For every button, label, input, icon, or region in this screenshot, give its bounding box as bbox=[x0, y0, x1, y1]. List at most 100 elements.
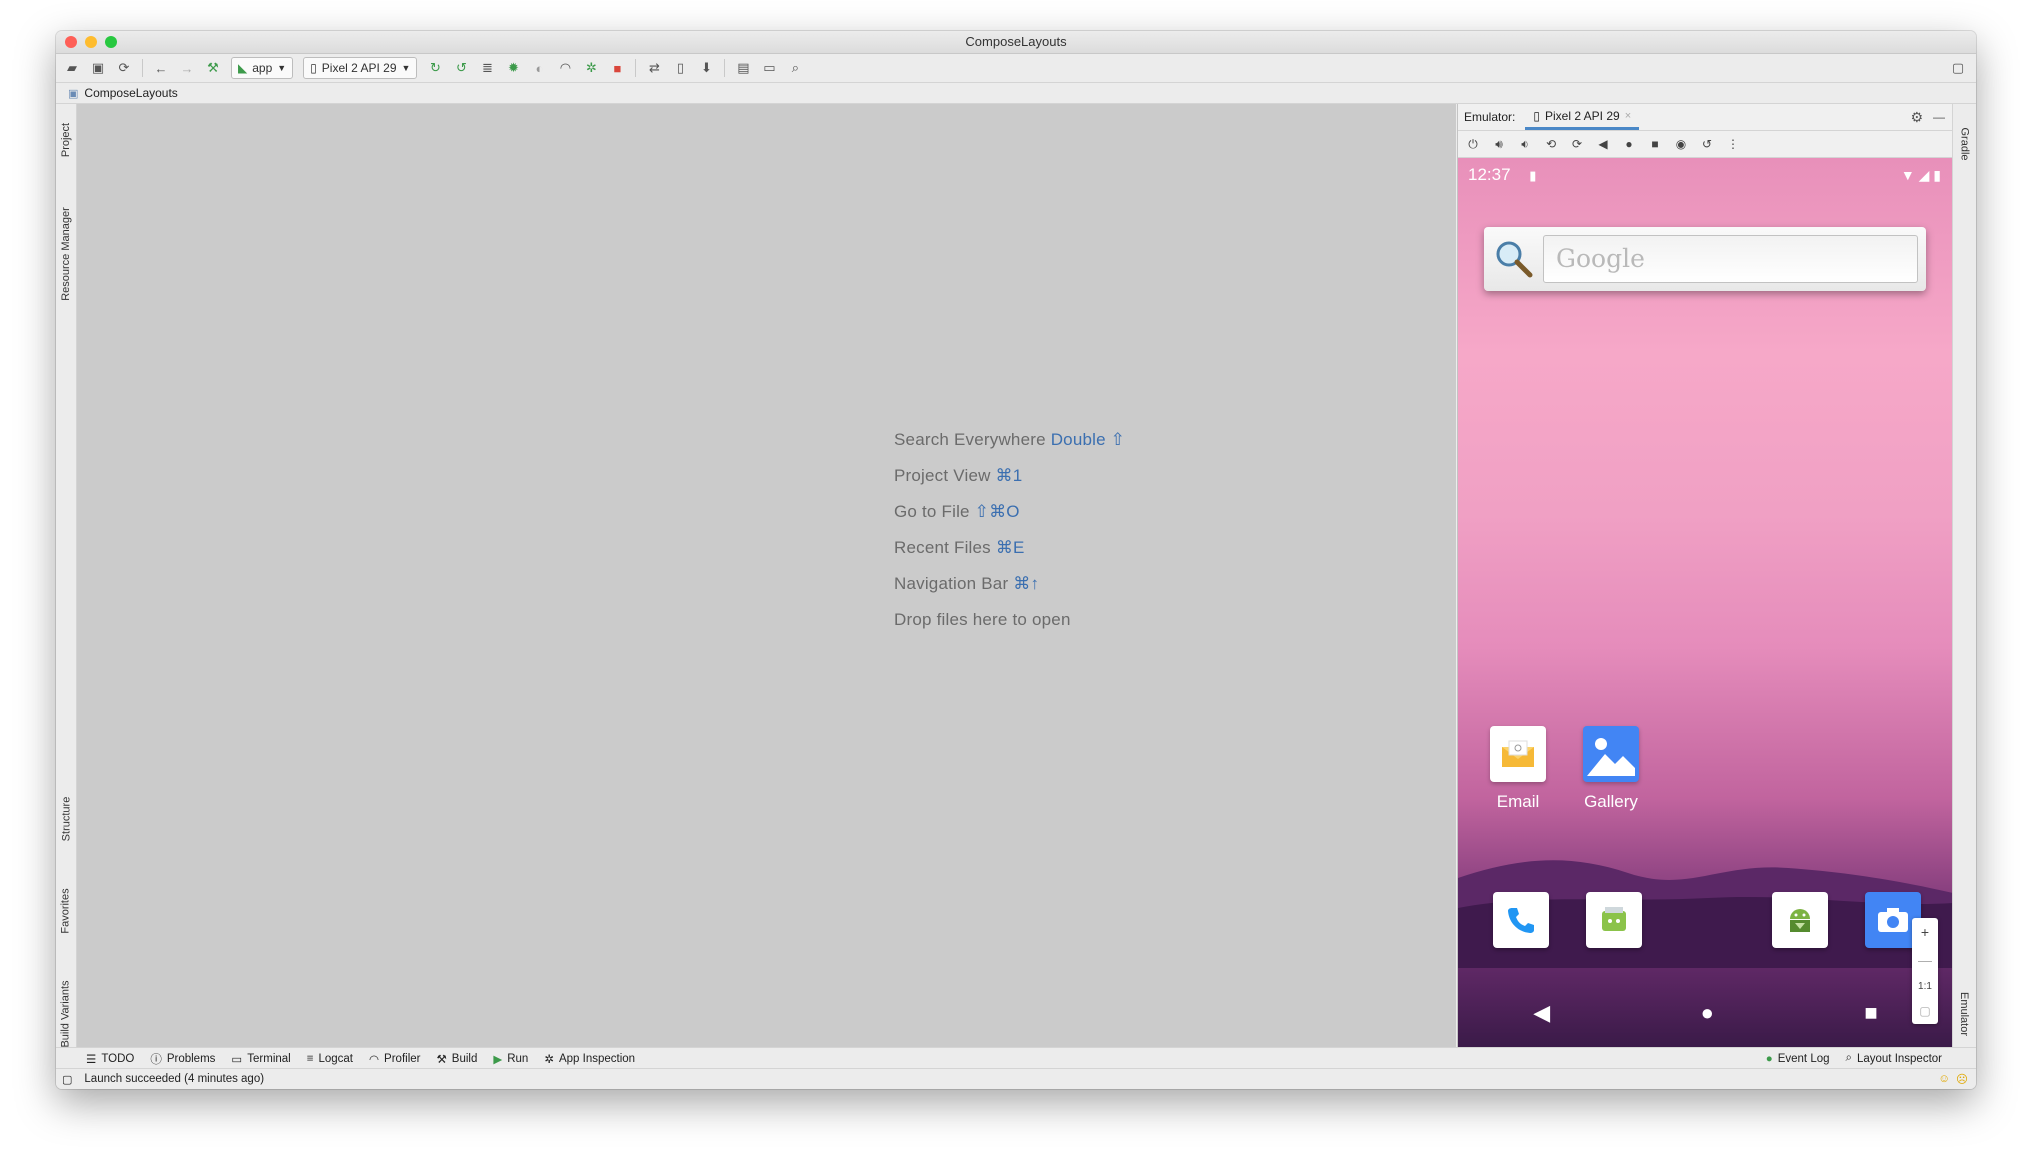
back-icon[interactable]: ← bbox=[153, 60, 169, 76]
apply-changes-icon[interactable]: ↻ bbox=[427, 60, 443, 76]
tool-logcat-label: Logcat bbox=[318, 1052, 353, 1065]
emulator-tab-label: Pixel 2 API 29 bbox=[1544, 108, 1620, 123]
device-select[interactable]: ▯ Pixel 2 API 29 ▼ bbox=[303, 57, 418, 79]
tab-structure[interactable]: Structure bbox=[56, 784, 76, 854]
account-icon[interactable]: ▢ bbox=[1950, 60, 1966, 76]
emulator-device-tab[interactable]: ▯ Pixel 2 API 29 × bbox=[1525, 104, 1640, 130]
phone-app-icon[interactable] bbox=[1493, 892, 1549, 948]
apply-code-changes-icon[interactable]: ↺ bbox=[453, 60, 469, 76]
tool-profiler[interactable]: ◠ Profiler bbox=[369, 1052, 420, 1066]
editor-area[interactable]: Search Everywhere Double ⇧ Project View … bbox=[77, 104, 1456, 1048]
profile-icon[interactable]: ◠ bbox=[557, 60, 573, 76]
android-app-icon[interactable] bbox=[1772, 892, 1828, 948]
attach-debugger-icon[interactable]: ✲ bbox=[583, 60, 599, 76]
volume-down-icon[interactable]: 🔉︎ bbox=[1516, 136, 1534, 152]
zoom-in-icon[interactable]: + bbox=[1921, 924, 1929, 940]
overview-icon[interactable]: ■ bbox=[1646, 136, 1664, 152]
snapshot-icon[interactable]: ↺ bbox=[1698, 136, 1716, 152]
build-hammer-icon[interactable]: ⚒ bbox=[205, 60, 221, 76]
nav-home-icon[interactable]: ● bbox=[1701, 1000, 1714, 1026]
tool-event-log-label: Event Log bbox=[1777, 1052, 1830, 1065]
hint-navigation-bar: Navigation Bar ⌘↑ bbox=[894, 574, 1040, 593]
tool-run-label: Run bbox=[507, 1052, 529, 1065]
event-log-icon: ● bbox=[1765, 1052, 1773, 1065]
run-config-select[interactable]: ◣ app ▼ bbox=[231, 57, 294, 79]
tool-todo[interactable]: ☰ TODO bbox=[86, 1052, 134, 1066]
battery-icon: ▮ bbox=[1933, 166, 1941, 183]
project-structure-icon[interactable]: ▤ bbox=[735, 60, 751, 76]
tool-build-label: Build bbox=[451, 1052, 478, 1065]
rotate-right-icon[interactable]: ⟳ bbox=[1568, 136, 1586, 152]
home-icon[interactable]: ● bbox=[1620, 136, 1638, 152]
hammer-icon: ⚒ bbox=[436, 1053, 447, 1066]
forward-icon[interactable]: → bbox=[179, 60, 195, 76]
emulator-screen[interactable]: 12:37 ▮ ▼ ◢ ▮ Google Email Gallery + — 1… bbox=[1458, 158, 1953, 1048]
android-icon: ◣ bbox=[238, 61, 248, 75]
tab-gradle[interactable]: Gradle bbox=[1953, 114, 1976, 174]
power-icon[interactable]: ⏻ bbox=[1464, 136, 1482, 152]
sync-icon[interactable]: ⟳ bbox=[116, 60, 132, 76]
app-email[interactable]: Email bbox=[1478, 726, 1558, 812]
gear-icon[interactable]: ⚙ bbox=[1910, 109, 1923, 126]
ide-window: ComposeLayouts ▰ ▣ ⟳ ← → ⚒ ◣ app ▼ ▯ Pix… bbox=[56, 31, 1976, 1089]
tab-structure-label: Structure bbox=[60, 796, 73, 842]
close-icon[interactable]: × bbox=[1625, 110, 1631, 122]
messages-app-icon[interactable] bbox=[1586, 892, 1642, 948]
tab-project[interactable]: Project bbox=[56, 110, 76, 170]
avd-manager-icon[interactable]: ▯ bbox=[672, 60, 688, 76]
folder-icon: ▣ bbox=[68, 87, 79, 100]
coverage-icon[interactable]: ≣ bbox=[479, 60, 495, 76]
run-with-coverage-icon[interactable]: ◐ bbox=[531, 60, 547, 76]
zoom-out-icon[interactable]: — bbox=[1918, 952, 1932, 968]
tool-app-inspection-label: App Inspection bbox=[558, 1052, 636, 1065]
back-icon[interactable]: ◀ bbox=[1594, 136, 1612, 152]
search-icon[interactable]: ⌕ bbox=[787, 60, 803, 76]
device-icon: ▯ bbox=[1533, 108, 1540, 123]
breadcrumb-project[interactable]: ComposeLayouts bbox=[84, 86, 177, 100]
debug-icon[interactable]: ✹ bbox=[505, 60, 521, 76]
terminal-icon[interactable]: ▭ bbox=[761, 60, 777, 76]
rotate-left-icon[interactable]: ⟲ bbox=[1542, 136, 1560, 152]
tool-build[interactable]: ⚒ Build bbox=[436, 1052, 477, 1066]
tab-resource-manager[interactable]: Resource Manager bbox=[56, 194, 76, 314]
close-window-button[interactable] bbox=[65, 36, 77, 48]
run-config-label: app bbox=[252, 61, 273, 75]
nav-back-icon[interactable]: ◀ bbox=[1533, 1000, 1550, 1026]
tool-problems[interactable]: ⓘ Problems bbox=[150, 1051, 215, 1067]
panel-toggle-icon[interactable]: ▢ bbox=[62, 1073, 72, 1086]
nav-recents-icon[interactable]: ■ bbox=[1864, 1000, 1877, 1026]
google-search-widget[interactable]: Google bbox=[1484, 227, 1926, 291]
tool-app-inspection[interactable]: ✲ App Inspection bbox=[544, 1052, 635, 1066]
save-all-icon[interactable]: ▣ bbox=[90, 60, 106, 76]
smile-icon[interactable]: ☺ bbox=[1938, 1073, 1950, 1085]
sync-gradle-icon[interactable]: ⇄ bbox=[646, 60, 662, 76]
frown-icon[interactable]: ☹ bbox=[1956, 1072, 1968, 1086]
camera-icon[interactable]: ◉ bbox=[1672, 136, 1690, 152]
tool-problems-label: Problems bbox=[166, 1052, 216, 1065]
tab-favorites[interactable]: Favorites bbox=[56, 876, 76, 946]
tab-emulator[interactable]: Emulator bbox=[1953, 974, 1976, 1054]
open-folder-icon[interactable]: ▰ bbox=[64, 60, 80, 76]
minimize-icon[interactable]: — bbox=[1933, 110, 1945, 124]
tool-logcat[interactable]: ≡ Logcat bbox=[307, 1053, 353, 1065]
app-gallery[interactable]: Gallery bbox=[1571, 726, 1651, 812]
tool-event-log[interactable]: ● Event Log bbox=[1766, 1053, 1830, 1065]
title-bar: ComposeLayouts bbox=[56, 31, 1976, 54]
info-icon: ⓘ bbox=[150, 1053, 162, 1066]
more-icon[interactable]: ⋮ bbox=[1724, 136, 1742, 152]
toolbar-divider bbox=[724, 59, 726, 77]
volume-up-icon[interactable]: 🔊︎ bbox=[1490, 136, 1508, 152]
sdk-manager-icon[interactable]: ⬇ bbox=[698, 60, 714, 76]
tool-terminal[interactable]: ▭ Terminal bbox=[231, 1052, 290, 1066]
tool-layout-inspector[interactable]: ⌕ Layout Inspector bbox=[1846, 1052, 1942, 1065]
tool-run[interactable]: ▶ Run bbox=[493, 1052, 528, 1066]
emulator-panel: Emulator: ▯ Pixel 2 API 29 × ⚙ — ⏻ 🔊︎ 🔉︎… bbox=[1457, 104, 1953, 1048]
google-search-input[interactable]: Google bbox=[1543, 235, 1918, 283]
tab-emulator-label: Emulator bbox=[1958, 991, 1971, 1037]
tab-build-variants-label: Build Variants bbox=[60, 980, 72, 1048]
app-gallery-label: Gallery bbox=[1584, 792, 1638, 811]
layout-inspector-icon: ⌕ bbox=[1845, 1052, 1852, 1064]
minimize-window-button[interactable] bbox=[85, 36, 97, 48]
zoom-window-button[interactable] bbox=[105, 36, 117, 48]
stop-icon[interactable]: ■ bbox=[609, 60, 625, 76]
